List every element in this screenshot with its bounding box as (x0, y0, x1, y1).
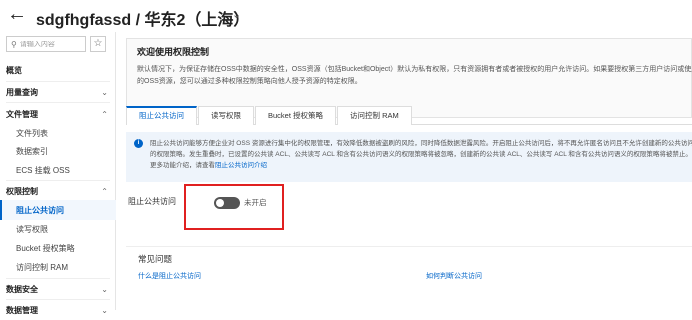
sidebar-item-label: 数据管理 (6, 305, 38, 315)
faq-section: 常见问题 什么是阻止公共访问 如何判断公共访问 (126, 246, 692, 280)
search-box[interactable]: ⚲ (6, 36, 86, 52)
sidebar-item-read-write-permission[interactable]: 读写权限 (0, 219, 116, 239)
sidebar-item-access-control[interactable]: 权限控制 ⌃ (0, 181, 116, 201)
sidebar-item-label: 数据安全 (6, 284, 38, 294)
sidebar-item-label: 文件管理 (6, 109, 38, 119)
sidebar-item-label: 访问控制 RAM (16, 262, 68, 272)
sidebar-item-label: Bucket 授权策略 (16, 243, 75, 253)
sidebar-item-bucket-policy[interactable]: Bucket 授权策略 (0, 238, 116, 258)
welcome-text: 默认情况下，为保证存储在OSS中数据的安全性，OSS资源（包括Bucket和Ob… (137, 66, 692, 85)
chevron-down-icon[interactable]: ⌄ (232, 8, 241, 21)
sidebar-item-label: 权限控制 (6, 186, 38, 196)
sidebar-item-label: 用量查询 (6, 87, 38, 97)
sidebar-item-label: 数据索引 (16, 146, 48, 156)
sidebar-item-label: 概览 (6, 65, 22, 75)
sidebar-item-data-index[interactable]: 数据索引 (0, 141, 116, 161)
info-icon: i (134, 139, 143, 148)
sidebar-item-overview[interactable]: 概览 (0, 60, 116, 80)
toggle-label: 阻止公共访问 (128, 197, 176, 206)
chevron-down-icon: ⌄ (101, 305, 108, 315)
tab-bucket-policy[interactable]: Bucket 授权策略 (255, 106, 337, 125)
tab-read-write-permission[interactable]: 读写权限 (198, 106, 254, 125)
info-link[interactable]: 阻止公共访问介绍 (215, 162, 267, 169)
back-arrow-icon[interactable]: ← (7, 3, 27, 25)
chevron-down-icon: ⌄ (101, 284, 108, 294)
faq-link-how-to-judge[interactable]: 如何判断公共访问 (426, 271, 482, 281)
sidebar-item-label: 文件列表 (16, 128, 48, 138)
sidebar-item-label: 阻止公共访问 (16, 205, 64, 215)
highlight-box (184, 184, 284, 230)
chevron-up-icon: ⌃ (101, 109, 108, 119)
sidebar-item-ecs-mount[interactable]: ECS 挂载 OSS (0, 160, 116, 180)
sidebar-item-file-list[interactable]: 文件列表 (0, 123, 116, 143)
info-text: 阻止公共访问能够方便企业对 OSS 资源进行集中化的权限管理，有效降低数据被盗刷… (150, 138, 692, 171)
main-content: 欢迎使用权限控制 默认情况下，为保证存储在OSS中数据的安全性，OSS资源（包括… (116, 30, 692, 310)
sidebar-item-data-management[interactable]: 数据管理 ⌄ (0, 300, 116, 320)
welcome-title: 欢迎使用权限控制 (137, 47, 210, 57)
info-banner: i 阻止公共访问能够方便企业对 OSS 资源进行集中化的权限管理，有效降低数据被… (126, 132, 692, 182)
sidebar-item-usage[interactable]: 用量查询 ⌄ (0, 82, 116, 102)
search-icon: ⚲ (11, 39, 17, 49)
sidebar-item-block-public-access[interactable]: 阻止公共访问 (0, 200, 116, 220)
sidebar-item-data-security[interactable]: 数据安全 ⌄ (0, 279, 116, 299)
divider (6, 102, 110, 103)
chevron-down-icon: ⌄ (101, 87, 108, 97)
sidebar-item-label: ECS 挂载 OSS (16, 165, 70, 175)
page-title: sdgfhgfassd / 华东2（上海） (36, 12, 250, 29)
sidebar-item-file-management[interactable]: 文件管理 ⌃ (0, 104, 116, 124)
sidebar-item-label: 读写权限 (16, 224, 48, 234)
search-input[interactable] (19, 40, 82, 48)
favorite-star-icon[interactable]: ☆ (90, 36, 106, 52)
sidebar: ⚲ ☆ 概览 用量查询 ⌄ 文件管理 ⌃ 文件列表 数据索引 ECS 挂载 OS… (0, 32, 116, 315)
tab-bar: 阻止公共访问 读写权限 Bucket 授权策略 访问控制 RAM (126, 106, 692, 125)
chevron-up-icon: ⌃ (101, 186, 108, 196)
page-header: ← sdgfhgfassd / 华东2（上海） ⌄ (0, 0, 692, 30)
faq-title: 常见问题 (138, 254, 173, 264)
tab-ram[interactable]: 访问控制 RAM (337, 106, 412, 125)
faq-link-what-is[interactable]: 什么是阻止公共访问 (138, 271, 201, 281)
tab-block-public-access[interactable]: 阻止公共访问 (126, 106, 197, 125)
sidebar-item-ram[interactable]: 访问控制 RAM (0, 257, 116, 277)
